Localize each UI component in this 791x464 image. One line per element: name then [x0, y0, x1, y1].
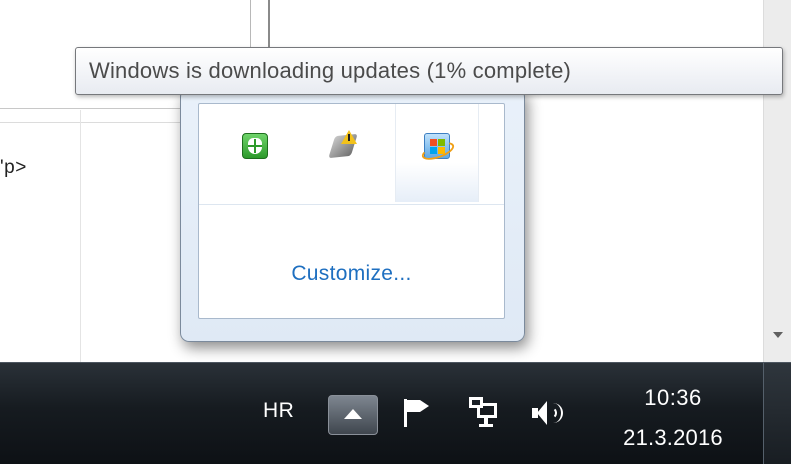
window-divider: [0, 108, 190, 109]
security-shield-icon[interactable]: [239, 130, 271, 162]
show-desktop-button[interactable]: [763, 363, 791, 464]
taskbar-clock[interactable]: 10:36 21.3.2016: [598, 383, 748, 453]
windows-update-tooltip: Windows is downloading updates (1% compl…: [75, 47, 783, 95]
action-center-flag-icon[interactable]: [402, 399, 432, 427]
customize-link[interactable]: Customize...: [199, 262, 504, 286]
hidden-tray-icons: [199, 104, 504, 204]
desktop-screen: 'p> Customize... Windows is downloading …: [0, 0, 791, 464]
window-divider: [80, 110, 81, 362]
flyout-divider: [199, 204, 504, 205]
show-hidden-icons-button[interactable]: [328, 395, 378, 435]
network-icon[interactable]: [467, 397, 501, 429]
window-divider: [0, 122, 190, 123]
windows-update-icon[interactable]: [419, 130, 457, 164]
volume-icon[interactable]: [532, 399, 568, 429]
taskbar: HR 10:36 21.3.2016: [0, 362, 791, 464]
flyout-panel: Customize...: [198, 103, 505, 319]
clock-time: 10:36: [644, 385, 702, 410]
scroll-down-arrow-icon[interactable]: [773, 332, 783, 338]
notification-overflow-flyout: Customize...: [180, 88, 525, 342]
chevron-up-icon: [344, 409, 362, 419]
language-indicator[interactable]: HR: [263, 399, 294, 423]
warning-icon[interactable]: [327, 130, 359, 162]
code-text: 'p>: [0, 157, 27, 178]
clock-date: 21.3.2016: [623, 425, 723, 450]
